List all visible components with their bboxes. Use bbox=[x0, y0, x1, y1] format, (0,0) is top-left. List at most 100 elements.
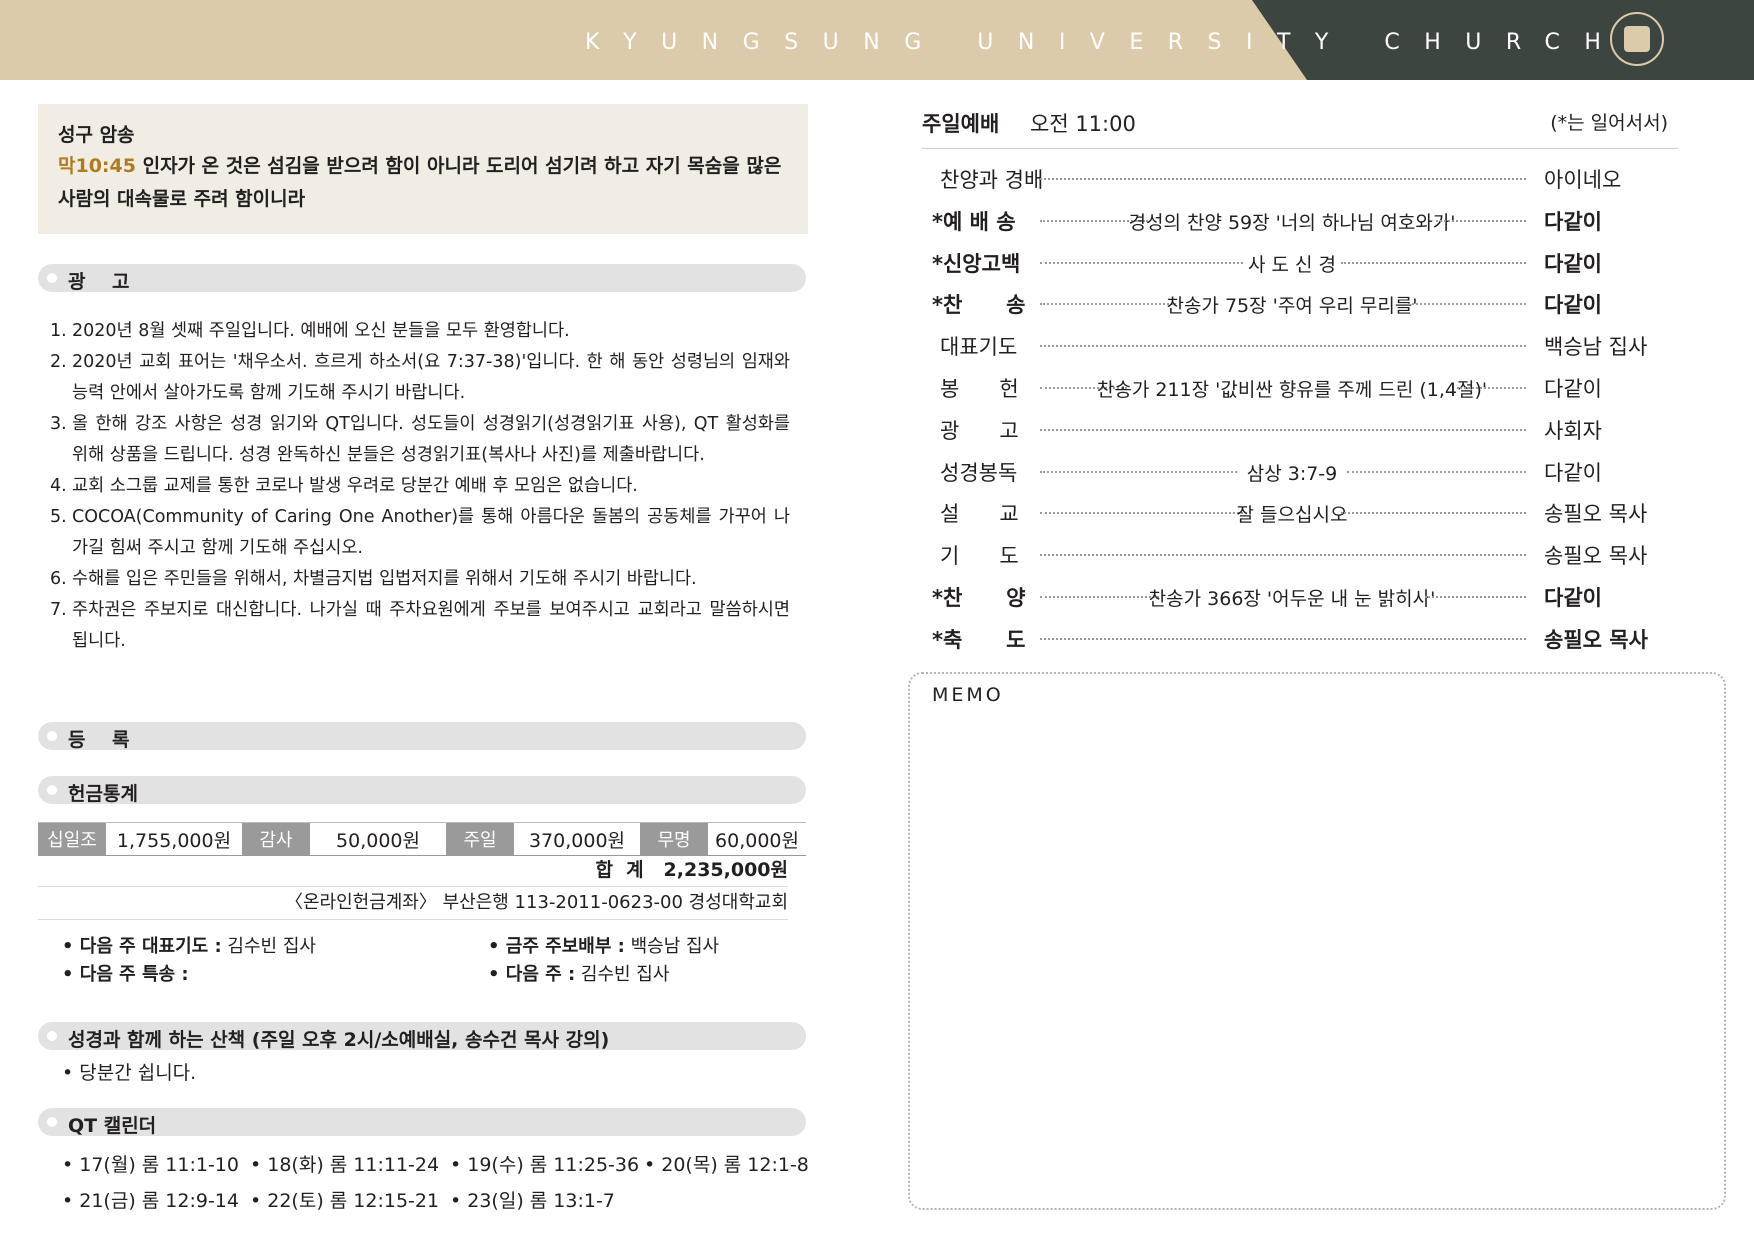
dotted-leader bbox=[1346, 470, 1526, 473]
memory-verse-box: 성구 암송 막10:45 인자가 온 것은 섬김을 받으려 함이 아니라 도리어… bbox=[38, 104, 808, 234]
order-item-detail: 경성의 찬양 59장 '너의 하나님 여호와가' bbox=[1128, 211, 1456, 234]
order-item-leader: 아이네오 bbox=[1544, 168, 1622, 192]
section-offering: 헌금통계 bbox=[38, 776, 806, 805]
dotted-leader bbox=[1040, 554, 1526, 557]
list-item: 5. COCOA(Community of Caring One Another)… bbox=[50, 507, 790, 558]
verse-body: 인자가 온 것은 섬김을 받으려 함이 아니라 도리어 섬기려 하고 자기 목숨… bbox=[58, 155, 782, 210]
order-item-label: 기 도 bbox=[940, 544, 1019, 569]
order-row: 기 도 송필오 목사 bbox=[940, 540, 1650, 570]
list-item: 2. 2020년 교회 표어는 '채우소서. 흐르게 하소서(요 7:37-38)… bbox=[50, 352, 790, 403]
bullet-dot-icon bbox=[47, 273, 57, 283]
order-row: 광 고 사회자 bbox=[940, 415, 1650, 445]
university-seal-icon bbox=[1610, 12, 1664, 66]
offering-value: 1,755,000원 bbox=[116, 829, 232, 852]
order-row: 봉 헌 찬송가 211장 '값비싼 향유를 주께 드린 (1,4절)' 다같이 bbox=[940, 373, 1650, 403]
memory-verse-title: 성구 암송 bbox=[58, 124, 135, 146]
offering-value: 50,000원 bbox=[336, 829, 420, 852]
next-prayer-info: • 다음 주 대표기도 : 김수빈 집사 bbox=[62, 936, 316, 957]
section-title: 광 고 bbox=[68, 271, 130, 293]
offering-label: 감사 bbox=[242, 823, 310, 855]
order-row: 대표기도 백승남 집사 bbox=[940, 331, 1650, 361]
order-item-label: *축 도 bbox=[932, 627, 1026, 652]
dotted-leader bbox=[1040, 261, 1243, 264]
dotted-leader bbox=[1457, 387, 1526, 389]
order-item-label: 봉 헌 bbox=[940, 377, 1019, 401]
order-item-leader: 다같이 bbox=[1544, 209, 1602, 234]
bullet-dot-icon bbox=[47, 785, 57, 795]
service-time: 오전 11:00 bbox=[1030, 112, 1136, 136]
order-row: *신앙고백 사 도 신 경 다같이 bbox=[932, 248, 1650, 278]
qt-day: • 18(화) 롬 11:11-24 bbox=[250, 1154, 440, 1176]
order-item-leader: 다같이 bbox=[1544, 251, 1602, 276]
order-item-label: 대표기도 bbox=[940, 335, 1018, 360]
offering-label: 무명 bbox=[640, 823, 708, 855]
dotted-leader bbox=[1040, 303, 1176, 306]
order-item-label: *예 배 송 bbox=[932, 209, 1016, 234]
order-row: 찬양과 경배 아이네오 bbox=[940, 164, 1650, 194]
dotted-leader bbox=[1341, 261, 1526, 264]
dotted-leader bbox=[1436, 219, 1526, 222]
dotted-leader bbox=[1425, 596, 1526, 598]
list-item: 6. 수해를 입은 주민들을 위해서, 차별금지법 입법저지를 위해서 기도해 주… bbox=[50, 569, 697, 589]
list-item: 3. 올 한해 강조 사항은 성경 읽기와 QT입니다. 성도들이 성경읽기(성경… bbox=[50, 414, 790, 465]
verse-reference: 막10:45 bbox=[58, 155, 136, 177]
qt-day: • 23(일) 롬 13:1-7 bbox=[450, 1190, 615, 1212]
order-item-leader: 다같이 bbox=[1544, 586, 1602, 610]
memo-label: MEMO bbox=[932, 684, 1004, 706]
order-item-detail: 잘 들으십시오 bbox=[1236, 504, 1348, 527]
announcement-list: 1. 2020년 8월 셋째 주일입니다. 예배에 오신 분들을 모두 환영합니다… bbox=[50, 316, 790, 657]
memory-verse-text: 막10:45 인자가 온 것은 섬김을 받으려 함이 아니라 도리어 섬기려 하… bbox=[58, 150, 793, 216]
order-item-label: *신앙고백 bbox=[932, 251, 1021, 276]
order-row: *찬 송 찬송가 75장 '주여 우리 무리를' 다같이 bbox=[932, 289, 1650, 319]
order-item-label: 설 교 bbox=[940, 502, 1019, 527]
standing-note: (*는 일어서서) bbox=[1550, 112, 1668, 134]
section-title: 헌금통계 bbox=[68, 783, 138, 805]
order-item-detail: 사 도 신 경 bbox=[1247, 253, 1337, 276]
qt-day: • 19(수) 롬 11:25-36 bbox=[450, 1154, 640, 1176]
total-label: 합 계 bbox=[595, 859, 644, 881]
order-item-label: *찬 송 bbox=[932, 293, 1026, 318]
bullet-dot-icon bbox=[47, 731, 57, 741]
section-title: 등 록 bbox=[68, 729, 130, 751]
bulletin-distribution-info: • 금주 주보배부 : 백승남 집사 bbox=[488, 936, 720, 957]
next-week-info: • 다음 주 : 김수빈 집사 bbox=[488, 964, 670, 985]
dotted-leader bbox=[1341, 512, 1526, 515]
list-item: 4. 교회 소그룹 교제를 통한 코로나 발생 우려로 당분간 예배 후 모임은 … bbox=[50, 476, 638, 496]
memo-box: MEMO bbox=[908, 672, 1726, 1210]
order-item-label: *찬 양 bbox=[932, 586, 1026, 610]
bible-walk-note: • 당분간 쉽니다. bbox=[62, 1062, 197, 1084]
section-registration: 등 록 bbox=[38, 722, 806, 751]
order-item-leader: 사회자 bbox=[1544, 418, 1602, 443]
dotted-leader bbox=[1040, 428, 1526, 431]
dotted-leader bbox=[1040, 596, 1159, 598]
online-offering-account: 〈온라인헌금계좌〉 부산은행 113-2011-0623-00 경성대학교회 bbox=[38, 886, 788, 920]
qt-day: • 22(토) 롬 12:15-21 bbox=[250, 1190, 440, 1212]
order-item-leader: 송필오 목사 bbox=[1544, 502, 1648, 527]
order-item-leader: 백승남 집사 bbox=[1544, 335, 1648, 360]
section-qt-calendar: QT 캘린더 bbox=[38, 1108, 806, 1137]
order-item-detail: 찬송가 366장 '어두운 내 눈 밝히사' bbox=[1148, 588, 1436, 610]
order-row: *예 배 송 경성의 찬양 59장 '너의 하나님 여호와가' 다같이 bbox=[932, 206, 1650, 236]
bullet-dot-icon bbox=[47, 1031, 57, 1041]
order-item-leader: 다같이 bbox=[1544, 460, 1602, 485]
total-value: 2,235,000원 bbox=[663, 859, 788, 881]
bullet-dot-icon bbox=[47, 1117, 57, 1127]
next-special-info: • 다음 주 특송 : bbox=[62, 964, 189, 985]
dotted-leader bbox=[1040, 470, 1238, 473]
order-item-leader: 송필오 목사 bbox=[1544, 627, 1648, 652]
dotted-leader bbox=[1040, 345, 1526, 348]
offering-value: 60,000원 bbox=[715, 829, 799, 852]
qt-day: • 17(월) 롬 11:1-10 bbox=[62, 1154, 239, 1176]
order-item-detail: 찬송가 211장 '값비싼 향유를 주께 드린 (1,4절)' bbox=[1096, 379, 1488, 401]
order-item-detail: 삼상 3:7-9 bbox=[1246, 462, 1338, 485]
section-title: QT 캘린더 bbox=[68, 1115, 157, 1137]
dotted-leader bbox=[1040, 178, 1526, 180]
dotted-leader bbox=[1040, 512, 1243, 515]
order-item-leader: 다같이 bbox=[1544, 293, 1602, 318]
order-row: 성경봉독 삼상 3:7-9 다같이 bbox=[940, 457, 1650, 487]
order-item-label: 성경봉독 bbox=[940, 460, 1018, 485]
section-title: 성경과 함께 하는 산책 (주일 오후 2시/소예배실, 송수건 목사 강의) bbox=[68, 1029, 610, 1051]
offering-label: 주일 bbox=[446, 823, 514, 855]
offering-value: 370,000원 bbox=[528, 829, 626, 852]
dotted-leader bbox=[1040, 637, 1526, 640]
